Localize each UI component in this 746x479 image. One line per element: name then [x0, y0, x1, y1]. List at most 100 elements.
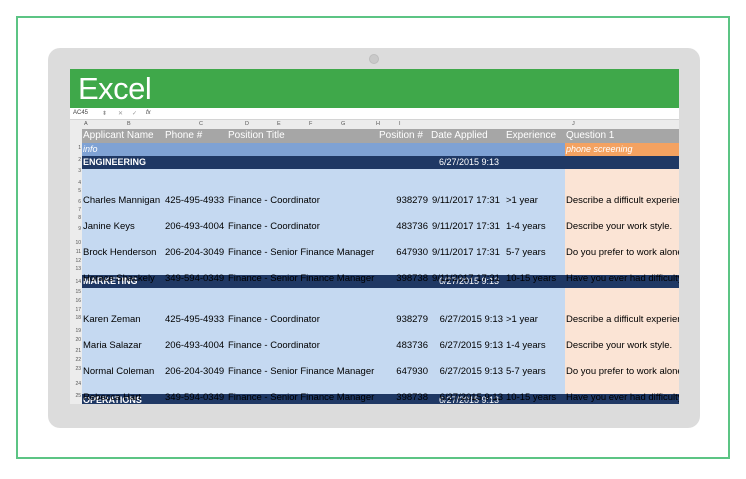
applicant-phone[interactable]: 425-495-4933 [165, 194, 224, 207]
row-number[interactable]: 18 [70, 315, 81, 321]
question-1[interactable]: Do you prefer to work alone [566, 246, 679, 259]
name-box-chevron-icon[interactable]: ⬍ [102, 110, 107, 117]
header-cell[interactable]: Question 1 [566, 129, 614, 142]
column-header[interactable]: E [277, 121, 281, 127]
experience[interactable]: 1-4 years [506, 339, 546, 352]
row-number[interactable]: 6 [70, 199, 81, 205]
question-1[interactable]: Have you ever had difficulty [566, 391, 679, 404]
applicant-phone[interactable]: 206-204-3049 [165, 246, 224, 259]
row-number[interactable]: 12 [70, 258, 81, 264]
experience[interactable]: 10-15 years [506, 272, 556, 285]
column-header[interactable]: H [376, 121, 380, 127]
date-applied[interactable]: 6/27/2015 9:13 [422, 365, 503, 378]
position-number[interactable]: 647930 [378, 365, 428, 378]
date-applied[interactable]: 6/27/2015 9:13 [422, 391, 503, 404]
applicant-phone[interactable]: 349-594-0349 [165, 272, 224, 285]
row-number[interactable]: 21 [70, 348, 81, 354]
header-cell[interactable]: Applicant Name [83, 129, 154, 142]
row-number[interactable]: 15 [70, 289, 81, 295]
header-cell[interactable]: Experience [506, 129, 556, 142]
question-1[interactable]: Describe your work style. [566, 339, 672, 352]
row-number[interactable]: 7 [70, 207, 81, 213]
row-number[interactable]: 22 [70, 357, 81, 363]
info-label[interactable]: info [83, 143, 98, 156]
applicant-name[interactable]: Brock Henderson [83, 246, 156, 259]
applicant-name[interactable]: Charles Mannigan [83, 194, 160, 207]
row-number[interactable]: 5 [70, 188, 81, 194]
position-title[interactable]: Finance - Senior Finance Manager [228, 365, 374, 378]
column-header[interactable]: I [399, 121, 401, 127]
experience[interactable]: 10-15 years [506, 391, 556, 404]
applicant-phone[interactable]: 206-493-4004 [165, 339, 224, 352]
position-number[interactable]: 938279 [378, 194, 428, 207]
date-applied[interactable]: 9/11/2017 17:31 [432, 220, 500, 233]
column-header[interactable]: F [309, 121, 312, 127]
row-number[interactable]: 11 [70, 249, 81, 255]
column-header[interactable]: G [341, 121, 345, 127]
position-title[interactable]: Finance - Senior Finance Manager [228, 391, 374, 404]
confirm-icon[interactable]: ✓ [132, 110, 137, 117]
header-cell[interactable]: Date Applied [431, 129, 488, 142]
cancel-icon[interactable]: ✕ [118, 110, 123, 117]
position-number[interactable]: 483736 [378, 220, 428, 233]
applicant-name[interactable]: Maria Salazar [83, 339, 142, 352]
section-name[interactable]: ENGINEERING [83, 156, 146, 169]
question-1[interactable]: Have you ever had difficulty [566, 272, 679, 285]
position-number[interactable]: 938279 [378, 313, 428, 326]
applicant-name[interactable]: Karen Zeman [83, 313, 141, 326]
column-header[interactable]: D [245, 121, 249, 127]
row-number[interactable]: 19 [70, 328, 81, 334]
row-number[interactable]: 20 [70, 337, 81, 343]
position-number[interactable]: 398738 [378, 391, 428, 404]
applicant-phone[interactable]: 425-495-4933 [165, 313, 224, 326]
row-number[interactable]: 4 [70, 180, 81, 186]
applicant-name[interactable]: Janine Keys [83, 220, 135, 233]
header-cell[interactable]: Position # [379, 129, 423, 142]
experience[interactable]: 1-4 years [506, 220, 546, 233]
row-number[interactable]: 2 [70, 157, 81, 163]
position-title[interactable]: Finance - Coordinator [228, 313, 320, 326]
row-number[interactable]: 13 [70, 266, 81, 272]
header-cell[interactable]: Phone # [165, 129, 202, 142]
position-number[interactable]: 647930 [378, 246, 428, 259]
applicant-phone[interactable]: 349-594-0349 [165, 391, 224, 404]
column-header[interactable]: J [572, 121, 575, 127]
row-number[interactable]: 24 [70, 381, 81, 387]
name-box[interactable]: AC45 [73, 110, 88, 116]
applicant-name[interactable]: Horace Shackely [83, 272, 155, 285]
row-number[interactable]: 1 [70, 145, 81, 151]
experience[interactable]: >1 year [506, 194, 538, 207]
position-title[interactable]: Finance - Coordinator [228, 220, 320, 233]
section-date[interactable]: 6/27/2015 9:13 [439, 156, 499, 169]
position-title[interactable]: Finance - Coordinator [228, 194, 320, 207]
applicant-phone[interactable]: 206-204-3049 [165, 365, 224, 378]
question-1[interactable]: Describe a difficult experien [566, 194, 679, 207]
column-header[interactable]: B [127, 121, 131, 127]
row-number[interactable]: 16 [70, 298, 81, 304]
row-number[interactable]: 3 [70, 168, 81, 174]
position-number[interactable]: 483736 [378, 339, 428, 352]
column-header[interactable]: A [84, 121, 88, 127]
header-cell[interactable]: Position Title [228, 129, 285, 142]
applicant-phone[interactable]: 206-493-4004 [165, 220, 224, 233]
date-applied[interactable]: 9/11/2017 17:31 [432, 246, 500, 259]
column-header[interactable]: C [199, 121, 203, 127]
question-1[interactable]: Describe a difficult experien [566, 313, 679, 326]
experience[interactable]: >1 year [506, 313, 538, 326]
row-number[interactable]: 8 [70, 215, 81, 221]
row-number[interactable]: 25 [70, 393, 81, 399]
position-title[interactable]: Finance - Senior Finance Manager [228, 246, 374, 259]
row-number[interactable]: 23 [70, 366, 81, 372]
row-number[interactable]: 17 [70, 307, 81, 313]
experience[interactable]: 5-7 years [506, 365, 546, 378]
position-number[interactable]: 398738 [378, 272, 428, 285]
date-applied[interactable]: 9/11/2017 17:31 [432, 194, 500, 207]
date-applied[interactable]: 6/27/2015 9:13 [422, 313, 503, 326]
applicant-name[interactable]: Rebecca Hart [83, 391, 141, 404]
question-1[interactable]: Describe your work style. [566, 220, 672, 233]
row-number[interactable]: 9 [70, 226, 81, 232]
row-number[interactable]: 10 [70, 240, 81, 246]
screening-label[interactable]: phone screening [566, 143, 633, 156]
experience[interactable]: 5-7 years [506, 246, 546, 259]
applicant-name[interactable]: Normal Coleman [83, 365, 154, 378]
